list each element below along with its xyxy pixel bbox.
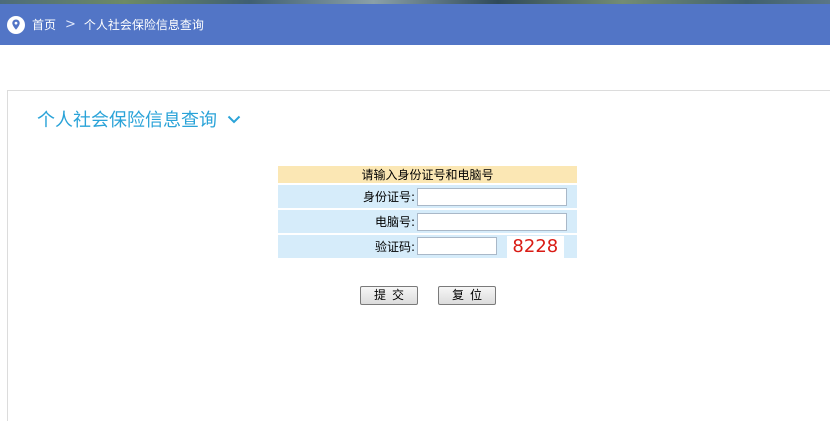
chevron-down-icon: [227, 115, 241, 123]
id-number-input[interactable]: [417, 187, 567, 206]
captcha-row: 验证码: 8228: [278, 235, 577, 258]
computer-number-label: 电脑号:: [278, 210, 416, 233]
form-header: 请输入身份证号和电脑号: [278, 166, 577, 183]
computer-number-input[interactable]: [417, 212, 567, 231]
computer-number-row: 电脑号:: [278, 210, 577, 233]
captcha-image[interactable]: 8228: [506, 235, 564, 258]
submit-button[interactable]: 提交: [360, 286, 418, 305]
content-panel: 个人社会保险信息查询 请输入身份证号和电脑号 身份证号: 电脑号: 验证码: 8…: [7, 90, 830, 421]
query-form: 请输入身份证号和电脑号 身份证号: 电脑号: 验证码: 8228: [278, 164, 577, 260]
id-number-row: 身份证号:: [278, 185, 577, 208]
breadcrumb-home-link[interactable]: 首页: [32, 16, 56, 33]
captcha-input[interactable]: [417, 237, 497, 255]
section-title-toggle[interactable]: 个人社会保险信息查询: [37, 106, 241, 132]
breadcrumb-bar: 首页 > 个人社会保险信息查询: [0, 4, 830, 45]
form-buttons: 提交 复位: [360, 286, 496, 305]
captcha-label: 验证码:: [278, 235, 416, 258]
breadcrumb-current: 个人社会保险信息查询: [83, 18, 204, 32]
section-title: 个人社会保险信息查询: [37, 110, 217, 131]
reset-button[interactable]: 复位: [438, 286, 496, 305]
location-pin-icon: [6, 15, 26, 35]
id-number-label: 身份证号:: [278, 185, 416, 208]
breadcrumb-separator: >: [65, 17, 76, 32]
